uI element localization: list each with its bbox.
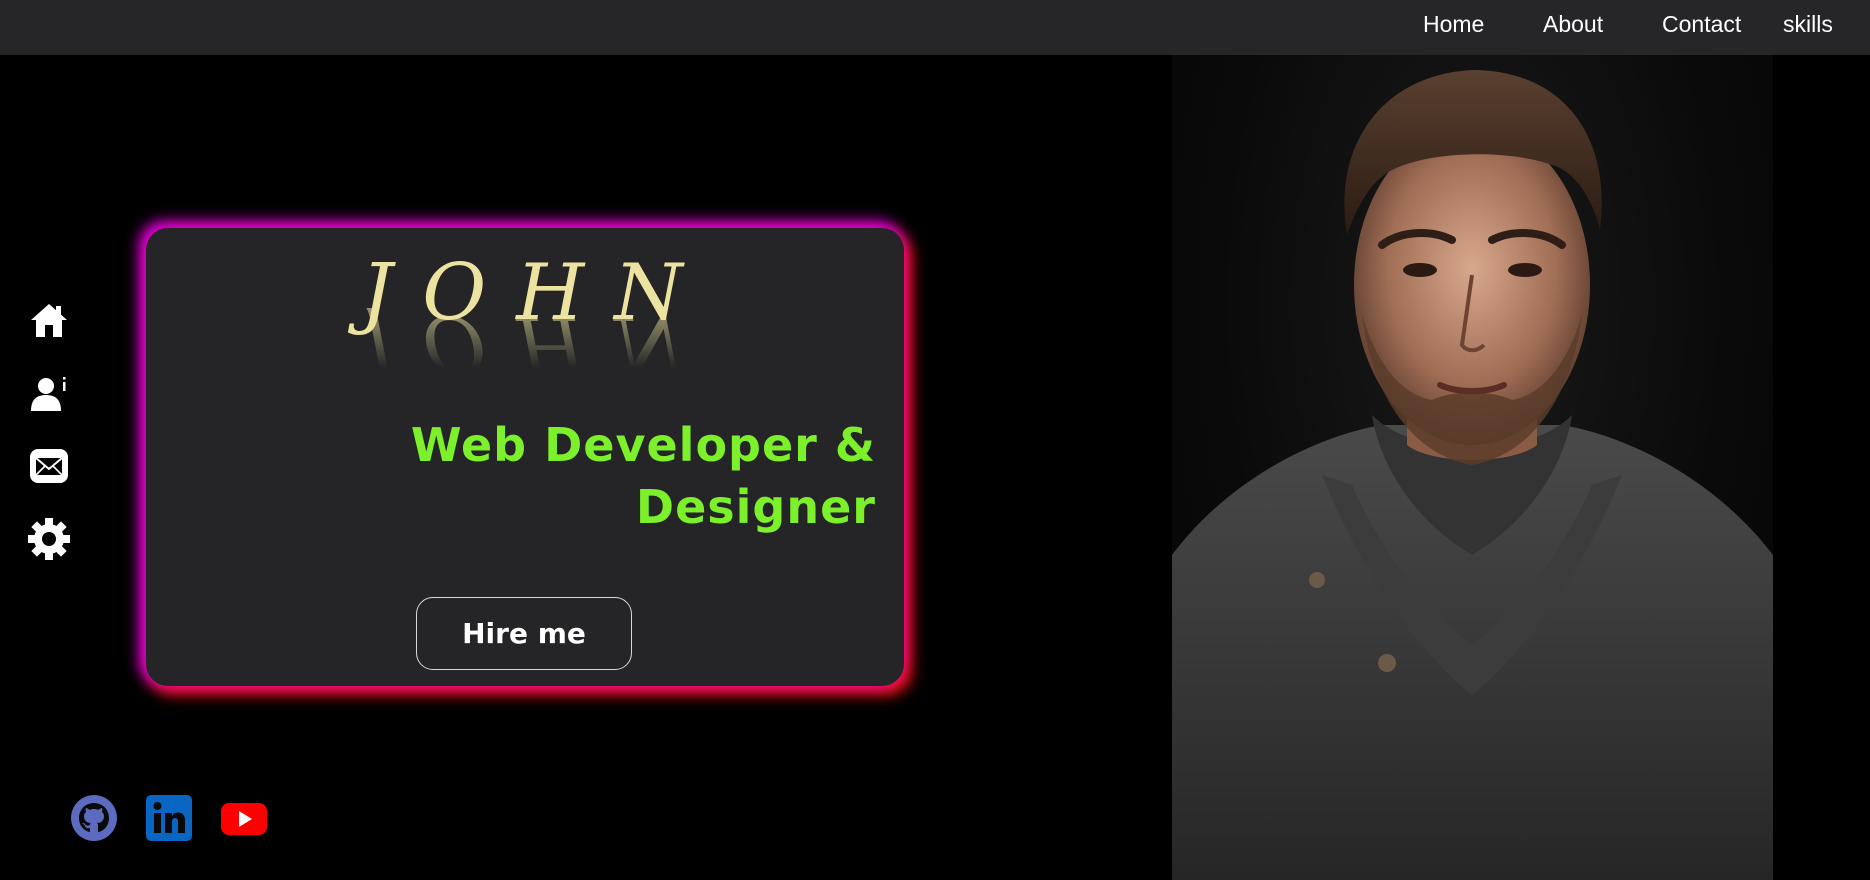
hero-card: JOHN JOHN Web Developer & Designer Hire … (146, 228, 904, 686)
hero-role: Web Developer & Designer (410, 418, 876, 534)
portrait-photo (1172, 55, 1773, 880)
hire-me-button[interactable]: Hire me (416, 597, 632, 670)
youtube-icon[interactable] (221, 795, 267, 841)
gear-icon[interactable] (26, 516, 72, 562)
top-navbar: Home About Contact skills (0, 0, 1870, 55)
user-info-icon[interactable] (26, 370, 72, 416)
home-icon[interactable] (26, 298, 72, 344)
nav-home-link[interactable]: Home (1423, 11, 1484, 38)
nav-skills-link[interactable]: skills (1783, 11, 1833, 38)
linkedin-icon[interactable] (146, 795, 192, 841)
nav-about-link[interactable]: About (1543, 11, 1603, 38)
hero-name-reflection: JOHN (361, 308, 713, 388)
mail-icon[interactable] (26, 443, 72, 489)
github-icon[interactable] (71, 795, 117, 841)
nav-contact-link[interactable]: Contact (1662, 11, 1741, 38)
